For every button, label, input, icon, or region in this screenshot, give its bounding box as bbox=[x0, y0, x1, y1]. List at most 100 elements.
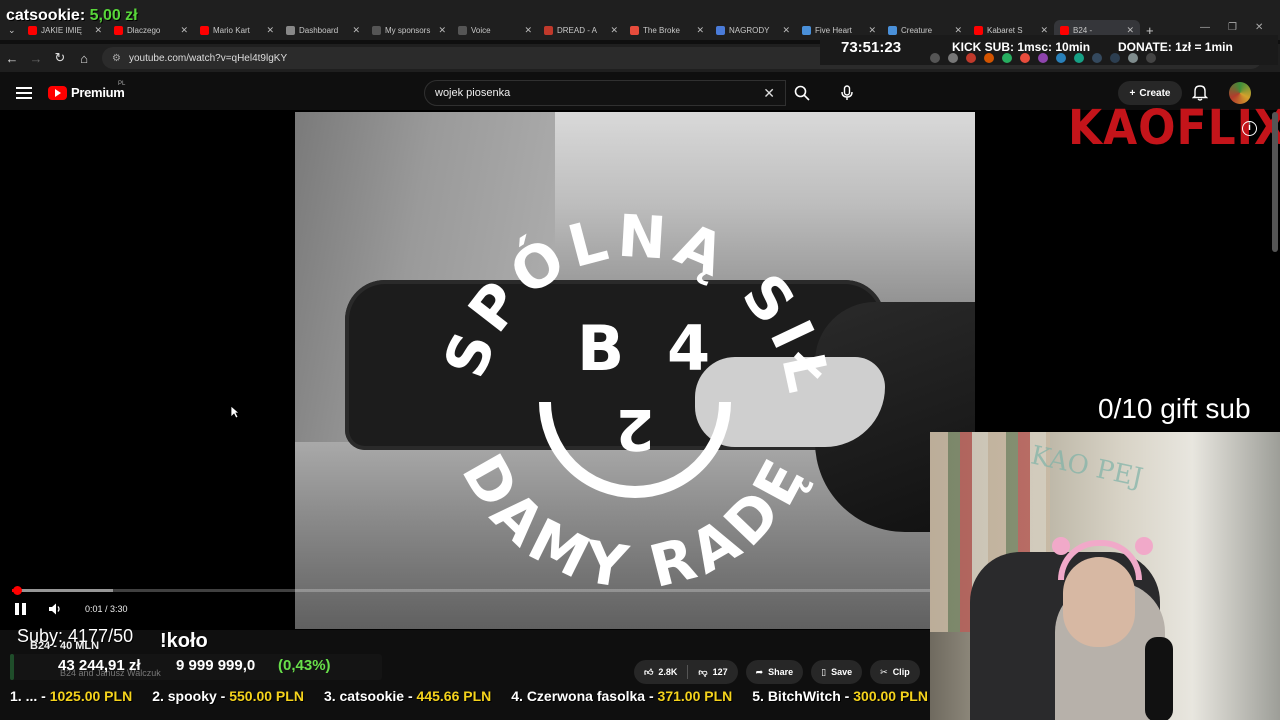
site-info-icon[interactable]: ⚙ bbox=[112, 53, 121, 64]
extension-icon[interactable] bbox=[1110, 53, 1120, 63]
browser-tab[interactable]: The Broke ✕ bbox=[624, 20, 710, 40]
browser-tab[interactable]: Mario Kart ✕ bbox=[194, 20, 280, 40]
close-tab-icon[interactable]: ✕ bbox=[954, 25, 962, 36]
tab-favicon-icon bbox=[200, 25, 209, 35]
close-tab-icon[interactable]: ✕ bbox=[94, 25, 102, 36]
extension-icon[interactable] bbox=[1128, 53, 1138, 63]
extension-icon[interactable] bbox=[1002, 53, 1012, 63]
tab-favicon-icon bbox=[372, 25, 381, 35]
info-icon[interactable]: i bbox=[1242, 121, 1257, 136]
video-frame[interactable]: WSPÓLNĄ SIŁĄ DAMY RADĘ B 4 2 bbox=[295, 112, 975, 629]
emblem-top-text: WSPÓLNĄ SIŁĄ bbox=[295, 112, 844, 403]
search-input[interactable]: wojek piosenka ✕ bbox=[424, 80, 786, 106]
window-controls: — ❐ ✕ bbox=[1200, 22, 1263, 33]
extension-icon[interactable] bbox=[930, 53, 940, 63]
close-tab-icon[interactable]: ✕ bbox=[1040, 25, 1048, 36]
close-tab-icon[interactable]: ✕ bbox=[180, 25, 188, 36]
reload-button[interactable]: ↻ bbox=[48, 50, 72, 66]
extension-icon[interactable] bbox=[1056, 53, 1066, 63]
browser-tab[interactable]: Dashboard ✕ bbox=[280, 20, 366, 40]
save-label: Save bbox=[831, 667, 853, 677]
save-button[interactable]: ▯ Save bbox=[811, 660, 863, 684]
tab-favicon-icon bbox=[630, 25, 639, 35]
tab-title: Kabaret S bbox=[987, 25, 1023, 35]
like-button[interactable]: 👍︎ 2.8K bbox=[634, 667, 687, 678]
emblem-bottom-text: DAMY RADĘ bbox=[449, 443, 822, 602]
time-display: 0:01 / 3:30 bbox=[85, 604, 128, 614]
leaderboard-value: 371.00 PLN bbox=[657, 688, 733, 704]
donor-leaderboard: 1. ... - 1025.00 PLN 2. spooky - 550.00 P… bbox=[0, 688, 1000, 710]
pause-button[interactable] bbox=[15, 603, 27, 615]
leaderboard-entry: 4. Czerwona fasolka - 371.00 PLN bbox=[511, 688, 732, 710]
minimize-icon[interactable]: — bbox=[1200, 22, 1210, 33]
close-tab-icon[interactable]: ✕ bbox=[352, 25, 360, 36]
maximize-icon[interactable]: ❐ bbox=[1228, 22, 1237, 33]
goal-target: 9 999 999,0 bbox=[176, 657, 256, 674]
search-button[interactable] bbox=[786, 80, 818, 106]
close-tab-icon[interactable]: ✕ bbox=[782, 25, 790, 36]
extension-icon[interactable] bbox=[1092, 53, 1102, 63]
close-tab-icon[interactable]: ✕ bbox=[438, 25, 446, 36]
leaderboard-value: 550.00 PLN bbox=[229, 688, 304, 704]
tab-title: NAGRODY bbox=[729, 25, 770, 35]
close-tab-icon[interactable]: ✕ bbox=[696, 25, 704, 36]
close-tab-icon[interactable]: ✕ bbox=[524, 25, 532, 36]
donor-name: catsookie: bbox=[6, 7, 86, 24]
extension-icon[interactable] bbox=[966, 53, 976, 63]
tab-favicon-icon bbox=[28, 25, 37, 35]
forward-button[interactable]: → bbox=[24, 51, 48, 66]
browser-tab[interactable]: NAGRODY ✕ bbox=[710, 20, 796, 40]
search-value: wojek piosenka bbox=[435, 87, 511, 99]
close-tab-icon[interactable]: ✕ bbox=[868, 25, 876, 36]
browser-tab-strip: ⌄ JAKIE IMIĘ ✕ Dlaczego ✕ Mario Kart ✕ Dashboa… bbox=[0, 0, 1280, 40]
youtube-premium-logo[interactable]: Premium bbox=[48, 85, 125, 100]
kick-sub-rule: KICK SUB: 1msc: 10min bbox=[952, 40, 1091, 54]
menu-icon[interactable] bbox=[16, 84, 32, 100]
close-tab-icon[interactable]: ✕ bbox=[610, 25, 618, 36]
leaderboard-name: 4. Czerwona fasolka - bbox=[511, 688, 658, 704]
close-tab-icon[interactable]: ✕ bbox=[266, 25, 274, 36]
page-scrollbar[interactable] bbox=[1272, 112, 1278, 252]
share-button[interactable]: ➦ Share bbox=[745, 660, 804, 684]
browser-tab[interactable]: My sponsors ✕ bbox=[366, 20, 452, 40]
tab-title: Mario Kart bbox=[213, 25, 250, 35]
browser-tab[interactable]: DREAD - A ✕ bbox=[538, 20, 624, 40]
dislike-button[interactable]: 👎︎ 127 bbox=[688, 667, 737, 678]
webcam-headset bbox=[1058, 540, 1142, 580]
donation-goal-fill bbox=[10, 654, 14, 680]
browser-tab[interactable]: Voice ✕ bbox=[452, 20, 538, 40]
extension-icon[interactable] bbox=[1074, 53, 1084, 63]
tab-favicon-icon bbox=[458, 25, 467, 35]
seek-bar[interactable] bbox=[12, 586, 932, 595]
tab-title: Five Heart bbox=[815, 25, 852, 35]
webcam-microphone bbox=[1145, 637, 1173, 720]
extension-icon[interactable] bbox=[984, 53, 994, 63]
extension-icon[interactable] bbox=[1038, 53, 1048, 63]
clip-button[interactable]: ✂ Clip bbox=[870, 660, 920, 684]
close-tab-icon[interactable]: ✕ bbox=[1126, 25, 1134, 36]
clear-search-icon[interactable]: ✕ bbox=[763, 85, 775, 102]
tab-favicon-icon bbox=[1060, 25, 1069, 35]
back-button[interactable]: ← bbox=[0, 51, 24, 66]
tab-title: DREAD - A bbox=[557, 25, 598, 35]
extension-icon[interactable] bbox=[1020, 53, 1030, 63]
thumbs-down-icon: 👎︎ bbox=[698, 666, 708, 677]
home-button[interactable]: ⌂ bbox=[72, 51, 96, 66]
leaderboard-name: 3. catsookie - bbox=[323, 688, 417, 704]
close-window-icon[interactable]: ✕ bbox=[1255, 22, 1263, 33]
scrubber-handle[interactable] bbox=[12, 586, 22, 595]
headset-ear-left bbox=[1052, 537, 1070, 555]
plus-icon: + bbox=[1129, 87, 1136, 99]
url-text: youtube.com/watch?v=qHel4t9lgKY bbox=[128, 52, 288, 64]
create-label: Create bbox=[1139, 87, 1171, 99]
bookmark-icon: ▯ bbox=[821, 666, 827, 677]
tab-title: B24 - bbox=[1073, 25, 1093, 35]
tab-search-chevron-icon[interactable]: ⌄ bbox=[0, 25, 22, 36]
bookmark-star-icon[interactable] bbox=[948, 53, 958, 63]
microphone-icon bbox=[841, 85, 853, 100]
voice-search-button[interactable] bbox=[834, 80, 860, 106]
scissors-icon: ✂ bbox=[880, 666, 888, 677]
volume-icon[interactable] bbox=[48, 602, 62, 616]
donate-rule: DONATE: 1zł = 1min bbox=[1118, 40, 1233, 54]
extension-icon[interactable] bbox=[1146, 53, 1156, 63]
